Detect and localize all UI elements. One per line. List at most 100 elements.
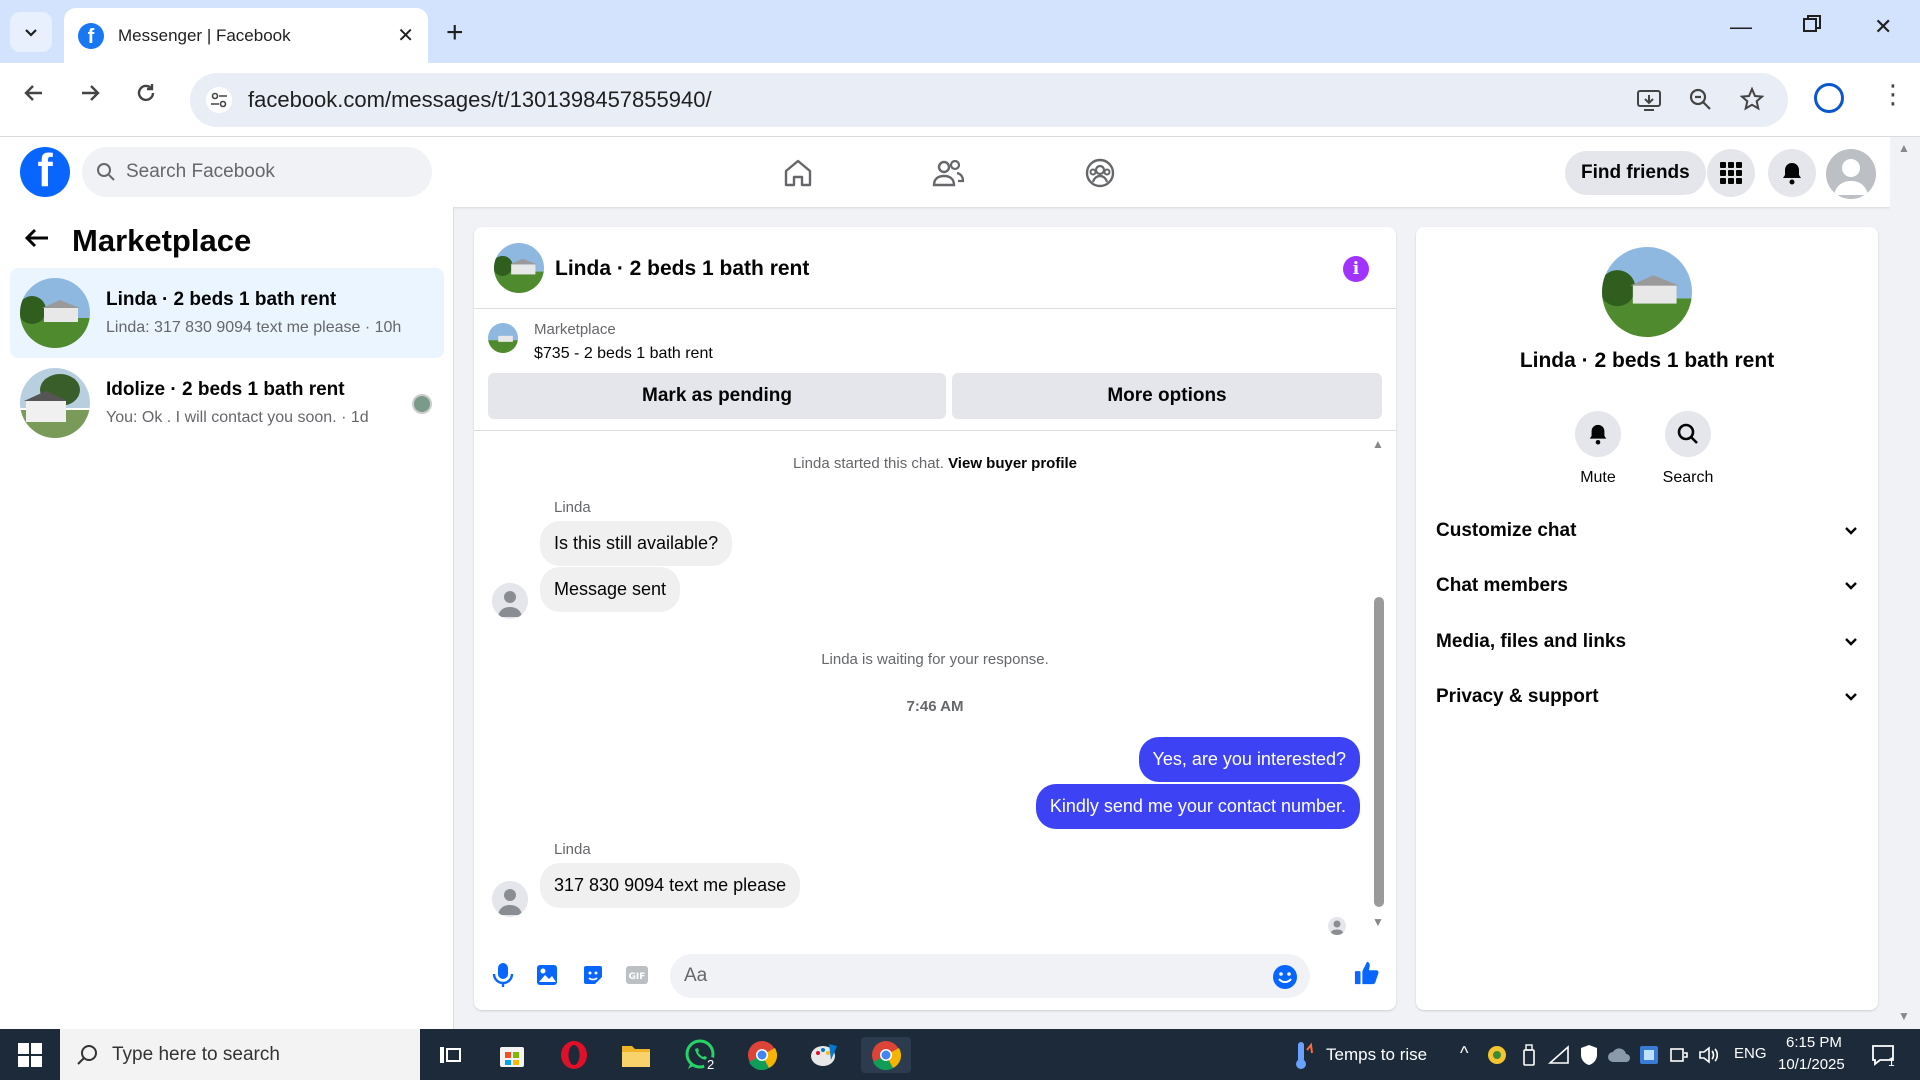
- sender-avatar[interactable]: [492, 881, 528, 917]
- chat-title[interactable]: Linda · 2 beds 1 bath rent: [555, 257, 809, 281]
- message-thread: Linda started this chat. View buyer prof…: [474, 431, 1396, 940]
- account-avatar[interactable]: [1826, 149, 1876, 199]
- notifications-button[interactable]: [1768, 149, 1816, 197]
- onedrive-icon[interactable]: [1606, 1037, 1632, 1073]
- message-input[interactable]: [670, 954, 1310, 998]
- conversation-item[interactable]: Idolize · 2 beds 1 bath rent You: Ok . I…: [10, 358, 444, 448]
- conversation-name: Idolize · 2 beds 1 bath rent: [106, 379, 345, 400]
- chat-members-row[interactable]: Chat members: [1436, 564, 1858, 608]
- url-text[interactable]: facebook.com/messages/t/1301398457855940…: [248, 87, 712, 113]
- emoji-icon[interactable]: [1272, 964, 1298, 995]
- facebook-logo-icon[interactable]: f: [20, 147, 70, 197]
- close-tab-icon[interactable]: ✕: [397, 23, 414, 48]
- taskbar-search-input[interactable]: [112, 1043, 412, 1066]
- browser-tab-messenger[interactable]: f Messenger | Facebook ✕: [64, 8, 428, 63]
- outgoing-message[interactable]: Yes, are you interested?: [1138, 737, 1360, 782]
- clock-time[interactable]: 6:15 PM: [1786, 1034, 1842, 1051]
- grid-icon: [1720, 162, 1742, 184]
- install-app-icon[interactable]: [1636, 87, 1662, 120]
- info-icon[interactable]: i: [1343, 256, 1369, 282]
- sticker-icon[interactable]: [580, 962, 606, 988]
- windows-start-icon[interactable]: [18, 1043, 42, 1067]
- volume-icon[interactable]: [1696, 1037, 1722, 1073]
- network-icon[interactable]: [1546, 1037, 1572, 1073]
- back-arrow-icon[interactable]: [24, 224, 50, 258]
- photo-icon[interactable]: [534, 962, 560, 988]
- tray-app-icon[interactable]: [1484, 1037, 1510, 1073]
- chat-scrollbar-thumb[interactable]: [1374, 597, 1384, 907]
- page-scrollbar[interactable]: ▲ ▼: [1890, 137, 1920, 1029]
- paint-icon[interactable]: [806, 1037, 842, 1073]
- usb-icon[interactable]: [1516, 1037, 1542, 1073]
- notification-center-icon[interactable]: 1: [1868, 1037, 1898, 1073]
- tab-search-button[interactable]: [10, 12, 52, 52]
- thumbs-up-icon[interactable]: [1354, 960, 1380, 986]
- home-nav-icon[interactable]: [778, 153, 818, 193]
- site-info-icon[interactable]: [206, 87, 232, 113]
- media-files-links-row[interactable]: Media, files and links: [1436, 620, 1858, 664]
- whatsapp-icon[interactable]: 2: [682, 1037, 718, 1073]
- language-indicator[interactable]: ENG: [1734, 1045, 1767, 1062]
- opera-icon[interactable]: [556, 1037, 592, 1073]
- page-scroll-up-icon[interactable]: ▲: [1898, 141, 1910, 155]
- find-friends-button[interactable]: Find friends: [1565, 151, 1706, 195]
- clock-date[interactable]: 10/1/2025: [1778, 1056, 1845, 1073]
- security-shield-icon[interactable]: [1576, 1037, 1602, 1073]
- facebook-search-input[interactable]: [126, 161, 406, 183]
- sender-avatar[interactable]: [492, 583, 528, 619]
- mark-as-pending-button[interactable]: Mark as pending: [488, 373, 946, 419]
- more-options-button[interactable]: More options: [952, 373, 1382, 419]
- weather-text[interactable]: Temps to rise: [1326, 1045, 1427, 1065]
- conversation-name: Linda · 2 beds 1 bath rent: [106, 289, 337, 310]
- mute-action[interactable]: Mute: [1558, 411, 1638, 487]
- privacy-support-row[interactable]: Privacy & support: [1436, 675, 1858, 719]
- conversation-item[interactable]: Linda · 2 beds 1 bath rent Linda: 317 83…: [10, 268, 444, 358]
- incoming-message[interactable]: 317 830 9094 text me please: [540, 863, 801, 908]
- show-hidden-icons-icon[interactable]: ^: [1460, 1043, 1468, 1064]
- customize-chat-row[interactable]: Customize chat: [1436, 509, 1858, 553]
- close-window-button[interactable]: ✕: [1874, 14, 1892, 40]
- file-explorer-icon[interactable]: [618, 1037, 654, 1073]
- search-action[interactable]: Search: [1648, 411, 1728, 487]
- chrome-profile-icon[interactable]: [1814, 83, 1844, 113]
- page-scroll-down-icon[interactable]: ▼: [1898, 1009, 1910, 1023]
- facebook-search[interactable]: [82, 147, 432, 197]
- chrome-icon[interactable]: [744, 1037, 780, 1073]
- friends-nav-icon[interactable]: [928, 153, 968, 193]
- windows-taskbar: 2 Temps to rise ^ ENG 6:15 PM 10/1/2025 …: [0, 1029, 1920, 1080]
- listing-price[interactable]: $735 - 2 beds 1 bath rent: [534, 345, 713, 363]
- browser-tab-strip: f Messenger | Facebook ✕ + — ✕: [0, 0, 1920, 63]
- address-bar[interactable]: facebook.com/messages/t/1301398457855940…: [190, 73, 1788, 127]
- incoming-message[interactable]: Message sent: [540, 567, 681, 612]
- chat-listing-thumbnail[interactable]: [494, 243, 544, 293]
- microphone-icon[interactable]: [490, 962, 516, 988]
- zoom-icon[interactable]: [1688, 87, 1712, 118]
- gif-icon[interactable]: GIF: [624, 962, 650, 988]
- chrome-active-icon[interactable]: [861, 1037, 911, 1073]
- back-button[interactable]: [22, 81, 46, 112]
- reload-button[interactable]: [134, 81, 158, 112]
- microsoft-store-icon[interactable]: [494, 1037, 530, 1073]
- tab-title: Messenger | Facebook: [118, 25, 291, 45]
- message-text-field[interactable]: [684, 965, 1244, 987]
- battery-icon[interactable]: [1666, 1037, 1692, 1073]
- restore-window-button[interactable]: [1802, 14, 1822, 40]
- chevron-down-icon: [1845, 527, 1857, 535]
- view-buyer-profile-link[interactable]: View buyer profile: [948, 455, 1077, 472]
- groups-nav-icon[interactable]: [1080, 153, 1120, 193]
- menu-grid-button[interactable]: [1707, 149, 1755, 197]
- new-tab-button[interactable]: +: [446, 16, 464, 50]
- bookmark-star-icon[interactable]: [1739, 86, 1765, 118]
- scroll-up-arrow-icon[interactable]: ▲: [1372, 437, 1384, 451]
- taskbar-search[interactable]: [60, 1029, 420, 1080]
- outgoing-message[interactable]: Kindly send me your contact number.: [1035, 784, 1360, 829]
- display-app-icon[interactable]: [1636, 1037, 1662, 1073]
- details-name: Linda · 2 beds 1 bath rent: [1519, 349, 1775, 372]
- scroll-down-arrow-icon[interactable]: ▼: [1372, 915, 1384, 929]
- chrome-menu-icon[interactable]: ⋮: [1880, 79, 1906, 110]
- forward-button[interactable]: [78, 81, 102, 112]
- listing-profile-thumbnail[interactable]: [1602, 247, 1692, 337]
- incoming-message[interactable]: Is this still available?: [540, 521, 733, 566]
- minimize-window-button[interactable]: —: [1730, 14, 1752, 40]
- task-view-icon[interactable]: [432, 1037, 468, 1073]
